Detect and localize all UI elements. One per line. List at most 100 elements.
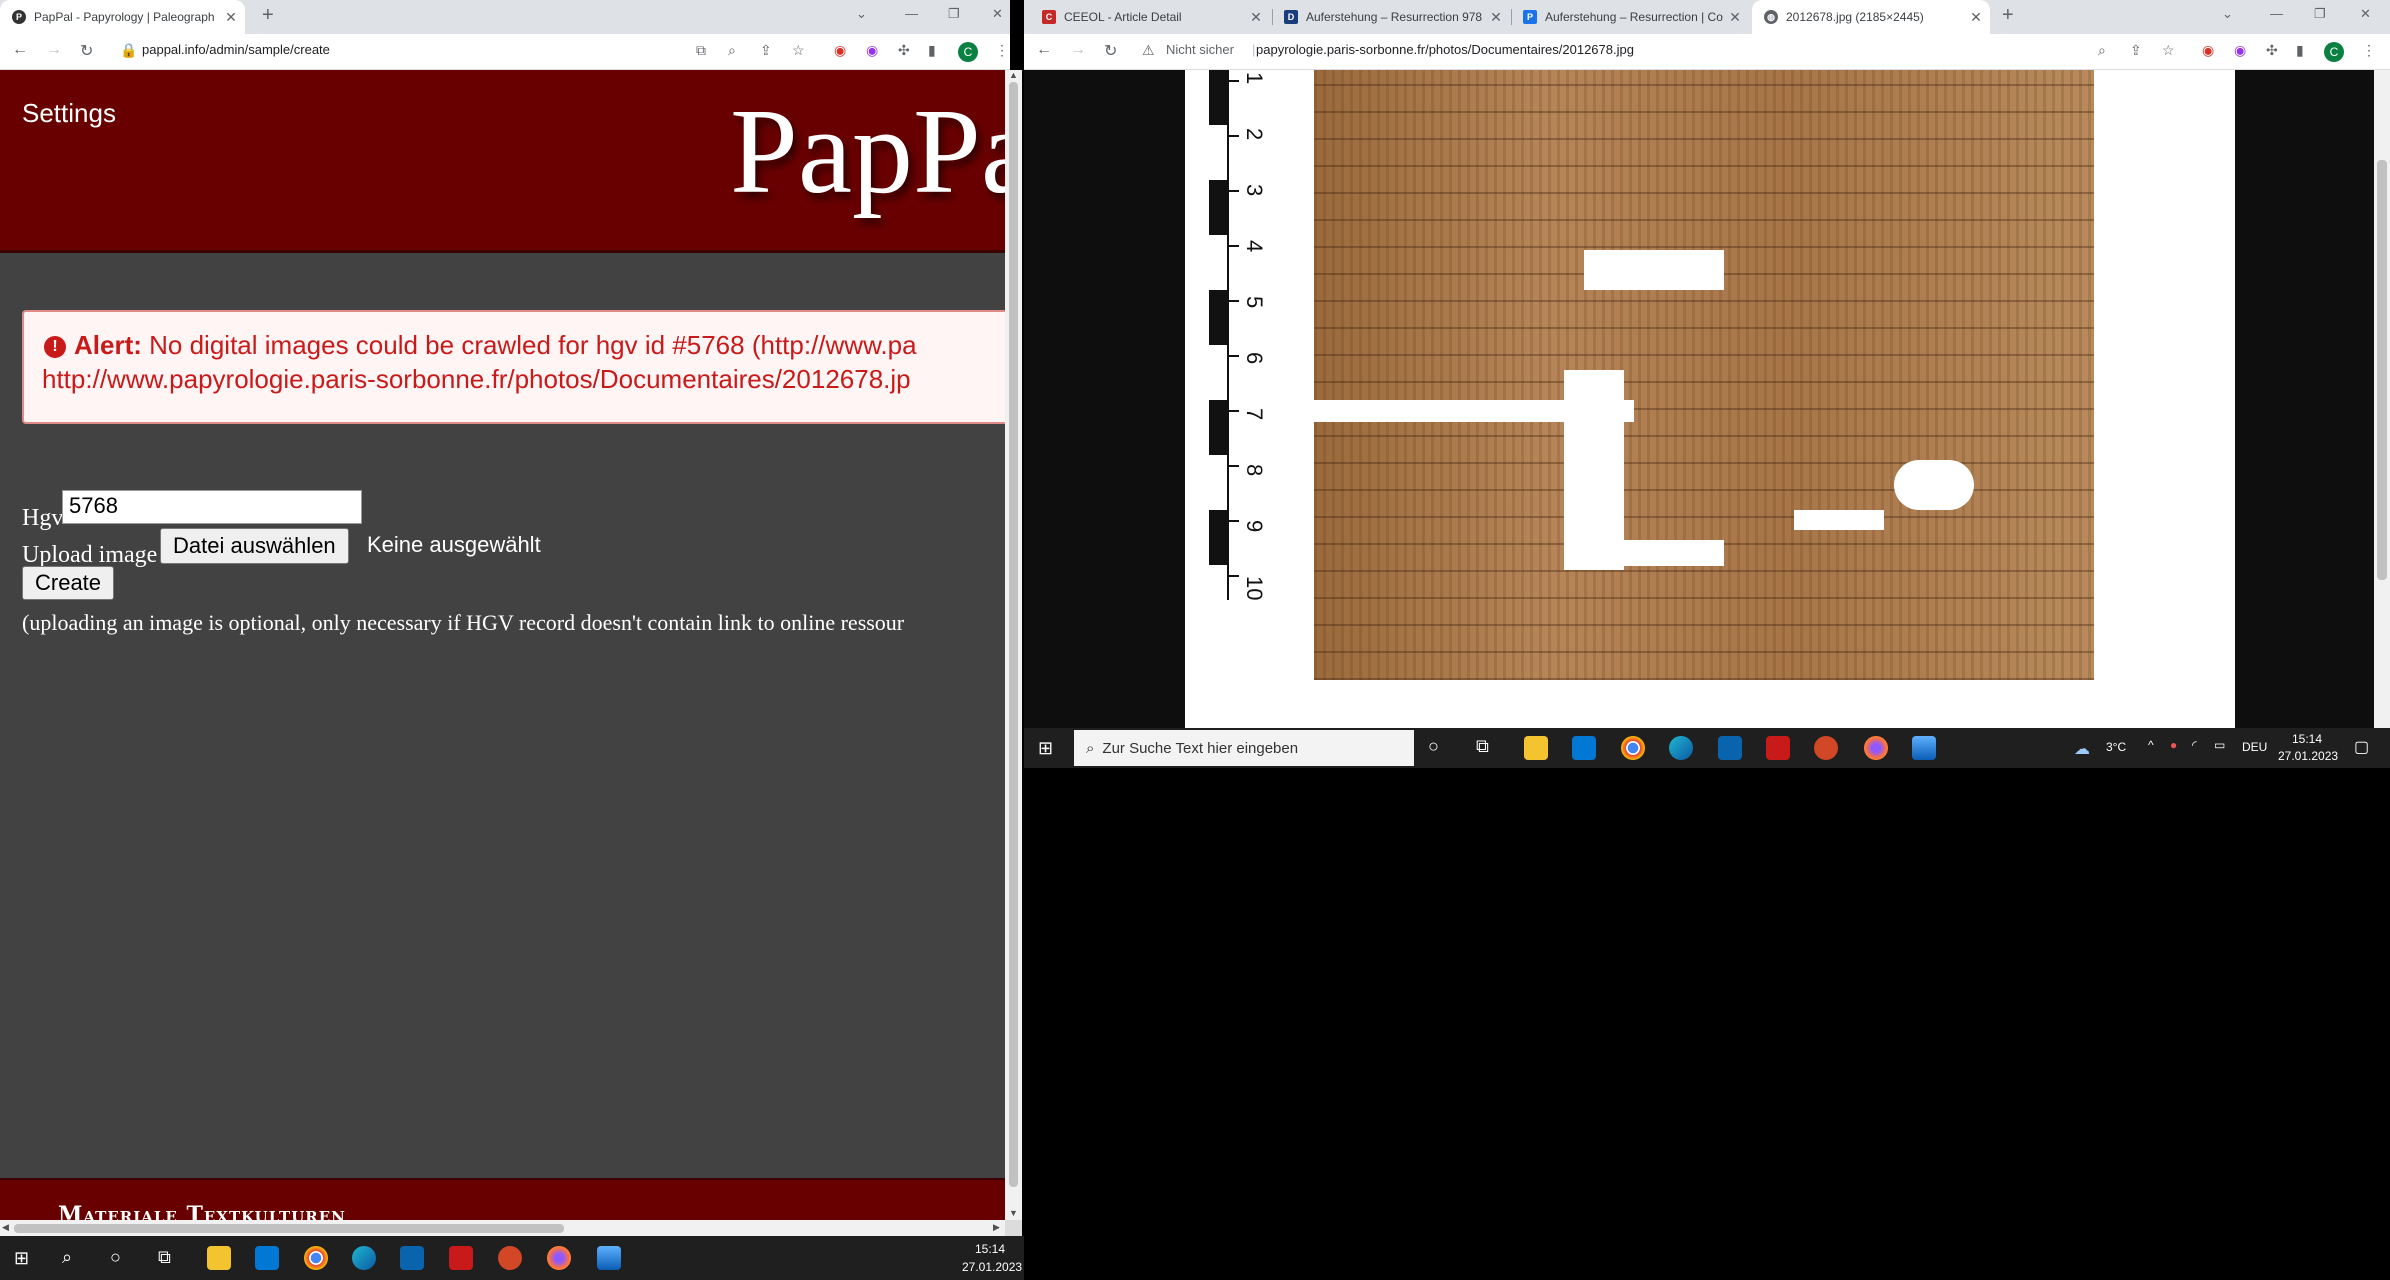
- cortana-icon[interactable]: ○: [110, 1247, 121, 1268]
- clock-time[interactable]: 15:14: [2292, 732, 2322, 746]
- close-window-icon[interactable]: ✕: [2360, 6, 2371, 22]
- file-explorer-icon[interactable]: [1524, 736, 1548, 760]
- file-explorer-icon[interactable]: [207, 1246, 231, 1270]
- tab-auferstehung-1[interactable]: D Auferstehung – Resurrection 978 ✕: [1272, 0, 1510, 34]
- left-horizontal-scroll-thumb[interactable]: [14, 1224, 564, 1233]
- bookmark-star-icon[interactable]: ☆: [2162, 42, 2175, 59]
- battery-icon[interactable]: ▭: [2214, 738, 2225, 752]
- left-vertical-scroll-thumb[interactable]: [1009, 82, 1018, 1187]
- tab-search-icon[interactable]: ⌄: [2222, 6, 2233, 22]
- share-icon[interactable]: ⇪: [2130, 42, 2142, 59]
- close-tab-icon[interactable]: ✕: [1488, 9, 1504, 26]
- weather-icon[interactable]: ☁: [2074, 739, 2090, 759]
- mail-icon[interactable]: [400, 1246, 424, 1270]
- powerpoint-icon[interactable]: [498, 1246, 522, 1270]
- extension-purple-icon[interactable]: ◉: [866, 42, 878, 59]
- restore-icon[interactable]: ❐: [2314, 6, 2326, 22]
- new-tab-icon[interactable]: +: [262, 4, 274, 27]
- extensions-puzzle-icon[interactable]: ✣: [898, 42, 910, 59]
- close-tab-icon[interactable]: ✕: [1248, 9, 1264, 26]
- acrobat-icon[interactable]: [449, 1246, 473, 1270]
- zoom-icon[interactable]: ⌕: [2098, 42, 2106, 59]
- scroll-left-arrow-icon[interactable]: ◀: [2, 1222, 9, 1233]
- firefox-icon[interactable]: [547, 1246, 571, 1270]
- store-icon[interactable]: [1572, 736, 1596, 760]
- network-icon[interactable]: ◜: [2192, 738, 2197, 752]
- right-vertical-scrollbar[interactable]: [2374, 70, 2390, 728]
- edge-icon[interactable]: [1669, 736, 1693, 760]
- start-icon[interactable]: ⊞: [1038, 738, 1053, 759]
- weather-temperature[interactable]: 3°C: [2106, 740, 2126, 754]
- restore-icon[interactable]: ❐: [948, 6, 960, 22]
- taskbar-search-box[interactable]: ⌕ Zur Suche Text hier eingeben: [1074, 730, 1414, 766]
- scroll-up-arrow-icon[interactable]: ▲: [1009, 70, 1018, 80]
- photos-icon[interactable]: [597, 1246, 621, 1270]
- tab-ceeol[interactable]: C CEEOL - Article Detail ✕: [1030, 0, 1270, 34]
- search-icon[interactable]: ⌕: [62, 1247, 72, 1268]
- reload-icon[interactable]: ↻: [80, 41, 93, 61]
- tab-auferstehung-2[interactable]: P Auferstehung – Resurrection | Co ✕: [1511, 0, 1749, 34]
- task-view-icon[interactable]: ⧉: [158, 1247, 171, 1268]
- choose-file-button[interactable]: Datei auswählen: [160, 528, 349, 564]
- clock-date[interactable]: 27.01.2023: [962, 1260, 1022, 1274]
- profile-avatar[interactable]: C: [958, 42, 978, 62]
- tray-chevron-icon[interactable]: ^: [2148, 738, 2154, 752]
- scroll-down-arrow-icon[interactable]: ▼: [1009, 1208, 1018, 1218]
- reload-icon[interactable]: ↻: [1104, 41, 1117, 61]
- extensions-puzzle-icon[interactable]: ✣: [2266, 42, 2278, 59]
- tab-pappal[interactable]: P PapPal - Papyrology | Paleograph ✕: [0, 0, 245, 34]
- share-icon[interactable]: ⇪: [760, 42, 772, 59]
- mail-icon[interactable]: [1718, 736, 1742, 760]
- extension-purple-icon[interactable]: ◉: [2234, 42, 2246, 59]
- forward-icon[interactable]: →: [1070, 41, 1086, 59]
- tray-status-icon[interactable]: ●: [2170, 738, 2177, 752]
- menu-icon[interactable]: ⋮: [995, 42, 1009, 59]
- photos-icon[interactable]: [1912, 736, 1936, 760]
- scroll-right-arrow-icon[interactable]: ▶: [993, 1222, 1000, 1233]
- footer-title[interactable]: Materiale Textkulturen: [58, 1202, 346, 1220]
- notification-icon[interactable]: ▢: [2354, 737, 2369, 757]
- tab-image[interactable]: ◍ 2012678.jpg (2185×2445) ✕: [1752, 0, 1990, 34]
- language-indicator[interactable]: DEU: [2242, 740, 2267, 754]
- tab-search-icon[interactable]: ⌄: [856, 6, 867, 22]
- start-icon[interactable]: ⊞: [14, 1248, 29, 1269]
- extension-red-icon[interactable]: ◉: [834, 42, 846, 59]
- firefox-icon[interactable]: [1864, 736, 1888, 760]
- side-panel-icon[interactable]: ▮: [2296, 42, 2304, 59]
- hgv-input[interactable]: 5768: [62, 490, 362, 524]
- task-view-icon[interactable]: ⧉: [1476, 736, 1489, 757]
- pappal-logo[interactable]: PapPal: [730, 82, 1005, 222]
- chrome-icon[interactable]: [304, 1246, 328, 1270]
- right-vertical-scroll-thumb[interactable]: [2377, 160, 2387, 580]
- close-tab-icon[interactable]: ✕: [223, 9, 239, 26]
- chrome-icon[interactable]: [1621, 736, 1645, 760]
- translate-icon[interactable]: ⧉: [696, 42, 706, 59]
- menu-icon[interactable]: ⋮: [2362, 42, 2376, 59]
- address-bar[interactable]: papyrologie.paris-sorbonne.fr/photos/Doc…: [1256, 42, 1634, 57]
- minimize-icon[interactable]: —: [2270, 6, 2283, 21]
- clock-date[interactable]: 27.01.2023: [2278, 749, 2338, 763]
- zoom-icon[interactable]: ⌕: [728, 42, 736, 59]
- cortana-icon[interactable]: ○: [1428, 736, 1439, 757]
- bookmark-star-icon[interactable]: ☆: [792, 42, 805, 59]
- left-vertical-scrollbar[interactable]: ▲ ▼: [1005, 70, 1022, 1220]
- close-window-icon[interactable]: ✕: [992, 6, 1003, 22]
- extension-red-icon[interactable]: ◉: [2202, 42, 2214, 59]
- warning-icon[interactable]: ⚠: [1142, 42, 1155, 59]
- close-tab-icon[interactable]: ✕: [1968, 9, 1984, 26]
- store-icon[interactable]: [255, 1246, 279, 1270]
- acrobat-icon[interactable]: [1766, 736, 1790, 760]
- back-icon[interactable]: ←: [12, 41, 28, 59]
- edge-icon[interactable]: [352, 1246, 376, 1270]
- create-button[interactable]: Create: [22, 566, 115, 600]
- address-bar[interactable]: pappal.info/admin/sample/create: [142, 42, 330, 57]
- settings-link[interactable]: Settings: [22, 98, 116, 129]
- powerpoint-icon[interactable]: [1814, 736, 1838, 760]
- side-panel-icon[interactable]: ▮: [928, 42, 936, 59]
- left-horizontal-scrollbar[interactable]: ◀ ▶: [0, 1220, 1005, 1236]
- profile-avatar[interactable]: C: [2324, 42, 2344, 62]
- close-tab-icon[interactable]: ✕: [1727, 9, 1743, 26]
- forward-icon[interactable]: →: [46, 41, 62, 59]
- new-tab-icon[interactable]: +: [2002, 4, 2014, 27]
- clock-time[interactable]: 15:14: [975, 1242, 1005, 1256]
